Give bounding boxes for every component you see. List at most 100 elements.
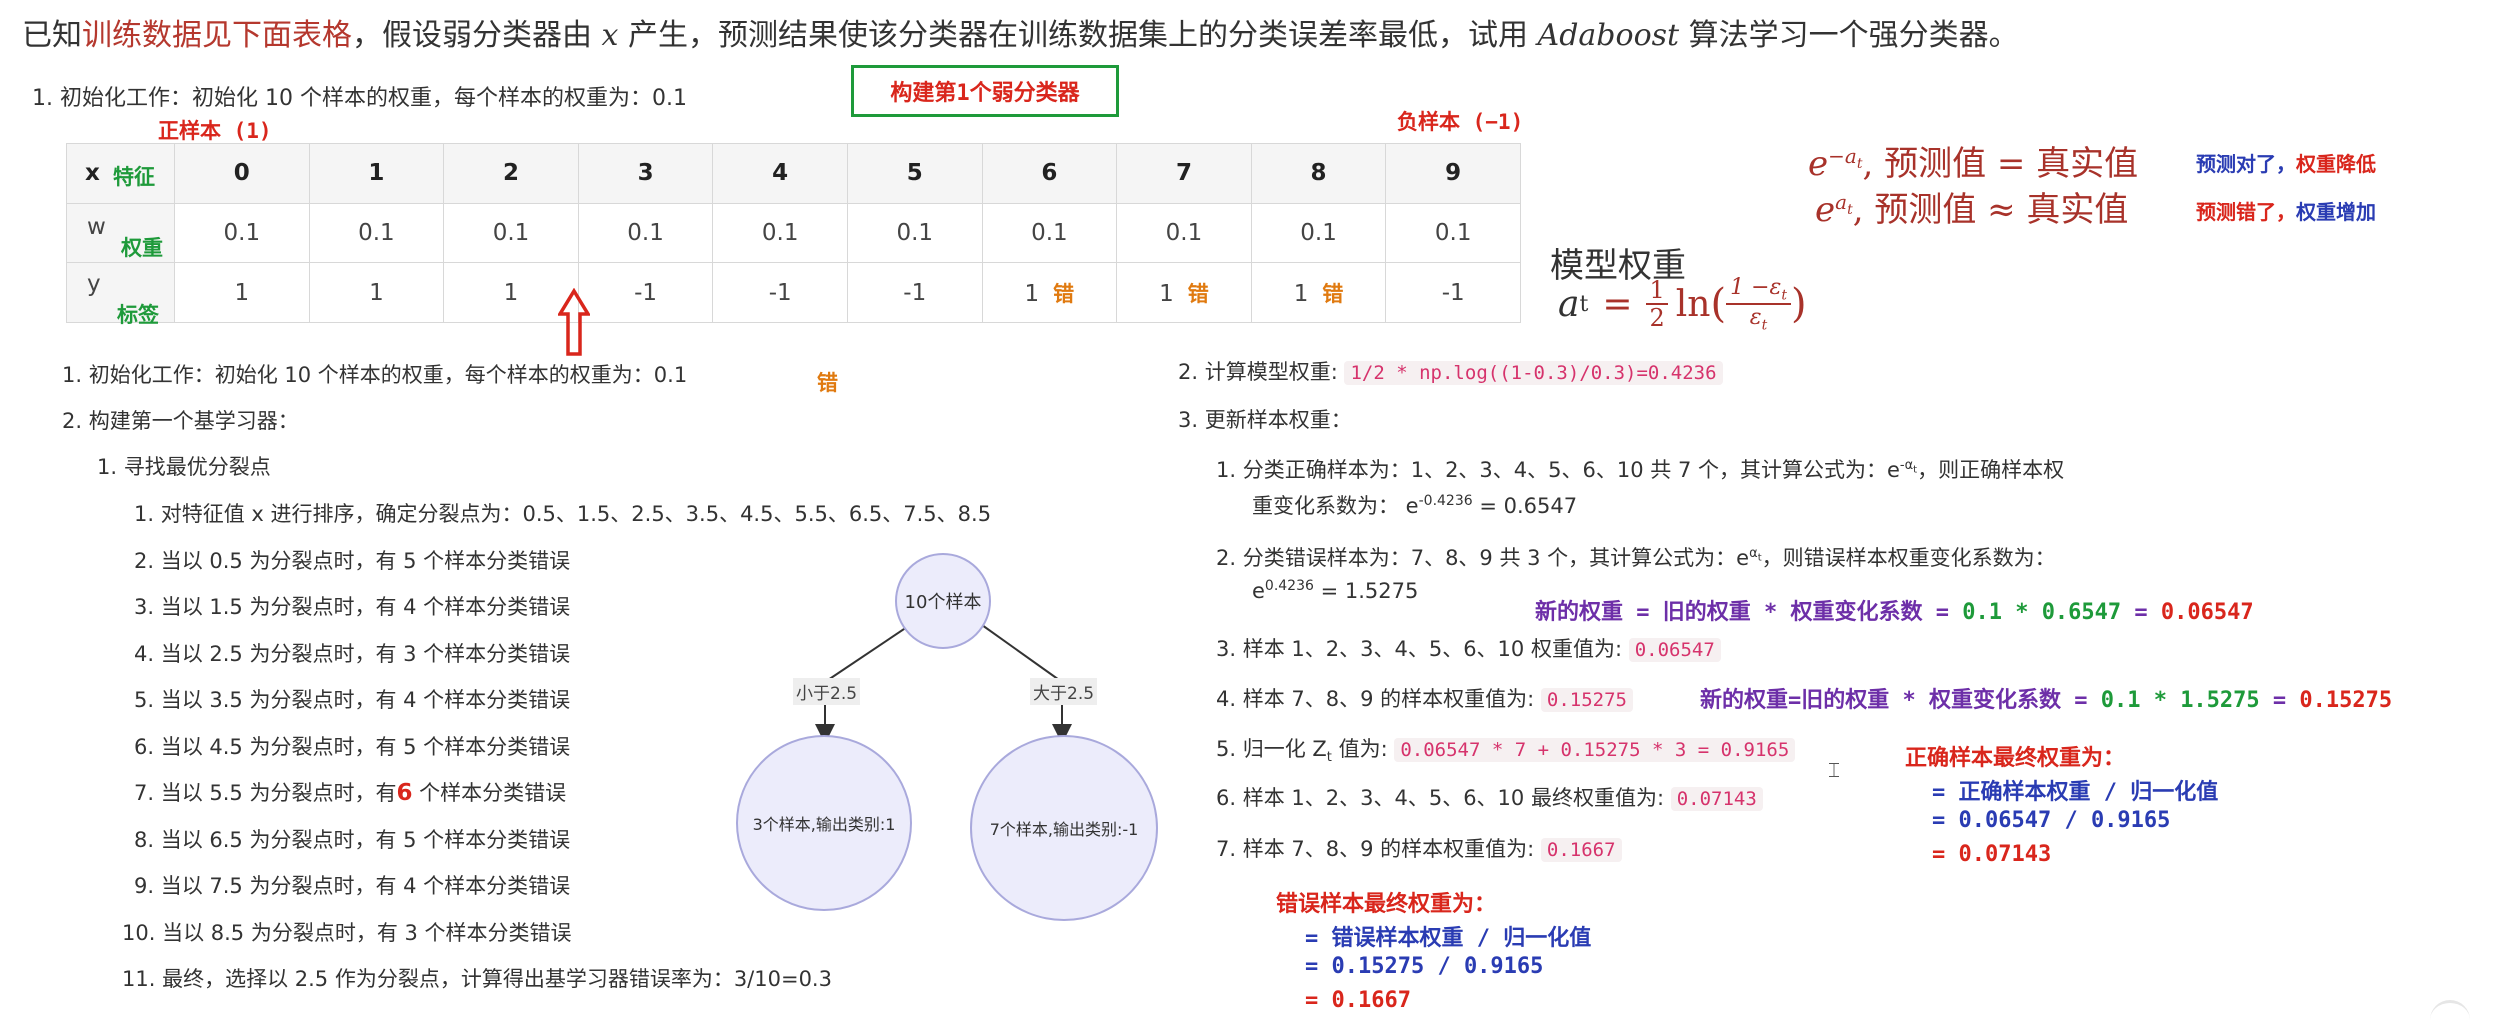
split-item: 6. 当以 4.5 为分裂点时，有 5 个样本分类错误 [134, 735, 571, 759]
formula-lhs: a [1558, 283, 1580, 325]
table-cell: 0 [174, 143, 310, 204]
note-text: 新的权重=旧的权重 * 权重变化系数 = [1700, 688, 2101, 713]
table-cell: 1错 [1116, 262, 1252, 323]
left-step-2: 2. 构建第一个基学习器： [62, 409, 299, 433]
item-text: 2. 分类错误样本为：7、8、9 共 3 个，其计算公式为：e [1216, 546, 1750, 570]
init-line: 1. 初始化工作：初始化 10 个样本的权重，每个样本的权重为：0.1 [32, 86, 687, 111]
formula-eq: = [1602, 283, 1633, 325]
item-text-b: 值为: [1331, 737, 1388, 761]
frac-num-sub: t [1781, 287, 1787, 304]
weight-rule-wrong-note: 预测错了，权重增加 [2196, 196, 2376, 225]
formula-paren-close: ) [1790, 281, 1807, 328]
table-cell: 1 [308, 143, 445, 204]
new-weight-note-wrong: 新的权重=旧的权重 * 权重变化系数 = 0.1 * 1.5275 = 0.15… [1700, 682, 2392, 714]
split-item: 2. 当以 0.5 为分裂点时，有 5 个样本分类错误 [134, 549, 571, 573]
left-step-2-1: 1. 寻找最优分裂点 [97, 455, 271, 479]
code-span: 0.07143 [1670, 787, 1763, 811]
item-text: 4. 样本 7、8、9 的样本权重值为: [1216, 687, 1535, 711]
table-cell: 7 [1116, 143, 1252, 204]
left-step-1: 1. 初始化工作：初始化 10 个样本的权重，每个样本的权重为：0.1 [62, 363, 688, 387]
tree-root-node: 10个样本 [895, 553, 991, 649]
item-text-b: ，则错误样本权重变化系数为： [1761, 546, 2056, 570]
title-suffix: 产生，预测结果使该分类器在训练数据集上的分类误差率最低，试用 [618, 18, 1538, 53]
corner-decoration [2430, 1000, 2470, 1025]
item-sup: -α [1899, 458, 1914, 473]
rule-exp: −a [1828, 143, 1857, 168]
title-end: 算法学习一个强分类器。 [1679, 18, 2019, 53]
item-sup: -0.4236 [1418, 493, 1473, 509]
right-item-1: 1. 分类正确样本为：1、2、3、4、5、6、10 共 7 个，其计算公式为：e… [1216, 454, 2064, 484]
item-text: 1. 分类正确样本为：1、2、3、4、5、6、10 共 7 个，其计算公式为：e [1216, 458, 1900, 482]
table-cell: 9 [1385, 143, 1521, 204]
wrong-mark: 错 [1322, 281, 1344, 306]
item-text: 7. 样本 7、8、9 的样本权重值为: [1216, 837, 1535, 861]
cell-value: 1 [1024, 280, 1040, 307]
new-weight-note-correct: 新的权重 = 旧的权重 * 权重变化系数 = 0.1 * 0.6547 = 0.… [1535, 594, 2254, 626]
tree-node-label: 7个样本,输出类别:-1 [989, 820, 1139, 839]
row-head-label: 权重 [121, 235, 163, 260]
half-num: 1 [1646, 277, 1668, 306]
rule-text: , 预测值 ≈ 真实值 [1852, 190, 2129, 230]
formula-ln: ln [1675, 283, 1711, 325]
item-text-end: = 1.5275 [1313, 579, 1419, 603]
tree-edge-right-label: 大于2.5 [1030, 678, 1098, 705]
formula-half: 1 2 [1646, 277, 1668, 332]
text-cursor-icon: ⌶ [1828, 758, 1840, 782]
table-cell: -1 [846, 262, 983, 323]
row-head-symbol: w [87, 213, 106, 240]
correct-final-title: 正确样本最终权重为： [1905, 746, 2126, 771]
table-cell: -1 [577, 262, 714, 323]
right-step-2: 2. 计算模型权重: 1/2 * np.log((1-0.3)/0.3)=0.4… [1178, 356, 1723, 386]
right-step-3: 3. 更新样本权重： [1178, 408, 1352, 432]
right-item-4: 4. 样本 7、8、9 的样本权重值为: 0.15275 [1216, 683, 1633, 713]
table-cell: 0.1 [981, 202, 1118, 264]
table-cell: -1 [1385, 262, 1521, 323]
table-row-y: y 标签 1 1 1 -1 -1 -1 1错 1错 1错 -1 [66, 262, 1521, 327]
split-item-count: 6 [396, 780, 413, 806]
rule-base: e [1808, 144, 1829, 184]
right-item-2-cont: e0.4236 = 1.5275 [1252, 578, 1418, 603]
title-var: x [601, 18, 619, 53]
item-text: 3. 样本 1、2、3、4、5、6、10 权重值为: [1216, 637, 1623, 661]
wrong-final-title: 错误样本最终权重为： [1276, 892, 1497, 917]
split-item: 3. 当以 1.5 为分裂点时，有 4 个样本分类错误 [134, 595, 571, 619]
table-cell: 2 [443, 143, 579, 204]
row-head-w: w 权重 [66, 202, 175, 264]
table-cell: 1错 [1250, 262, 1387, 323]
split-item-rest: 个样本分类错误 [412, 781, 567, 805]
tree-right-leaf: 7个样本,输出类别:-1 [970, 735, 1158, 921]
split-item: 7. 当以 5.5 为分裂点时，有6 个样本分类错误 [134, 777, 566, 807]
table-cell: -1 [712, 262, 848, 323]
note-eq: = [2121, 600, 2161, 625]
title-highlight: 训练数据见下面表格 [82, 18, 352, 53]
weight-rule-wrong: eat, 预测值 ≈ 真实值 [1815, 182, 2128, 231]
note-eq: = [2259, 688, 2300, 713]
table-cell: 1 [174, 262, 310, 323]
code-span: 1/2 * np.log((1-0.3)/0.3)=0.4236 [1344, 361, 1723, 385]
rule-text: , 预测值 = 真实值 [1862, 144, 2139, 184]
rule-note-a: 预测对了， [2196, 152, 2296, 176]
title-algo: Adaboost [1537, 18, 1680, 53]
rule-note-b: 权重降低 [2296, 152, 2376, 176]
formula-lhs-sub: t [1579, 291, 1589, 317]
table-cell: 8 [1250, 143, 1387, 204]
item-text-end: = 0.6547 [1472, 494, 1578, 518]
row-head-x: x 特征 [66, 143, 175, 204]
item-text: e [1252, 579, 1265, 603]
wrong-mark: 错 [1187, 281, 1209, 306]
table-cell: 1 [308, 262, 445, 323]
title-prefix: 已知 [22, 18, 82, 53]
stray-wrong-mark: 错 [817, 371, 838, 395]
weight-rule-correct: e−at, 预测值 = 真实值 [1808, 136, 2138, 185]
title-mid: ，假设弱分类器由 [352, 18, 602, 53]
table-cell: 6 [981, 143, 1118, 204]
split-item: 4. 当以 2.5 为分裂点时，有 3 个样本分类错误 [134, 642, 571, 666]
positive-sample-label: 正样本 (1) [158, 119, 272, 143]
correct-final-line-2: = 0.06547 / 0.9165 [1932, 808, 2171, 833]
page-title: 已知训练数据见下面表格，假设弱分类器由 x 产生，预测结果使该分类器在训练数据集… [22, 10, 2019, 54]
table-row-x: x 特征 0 1 2 3 4 5 6 7 8 9 [66, 143, 1521, 204]
code-span: 0.15275 [1540, 688, 1633, 712]
first-weak-classifier-box: 构建第1个弱分类器 [851, 65, 1119, 117]
cell-value: 1 [1159, 280, 1174, 307]
table-cell: 3 [577, 143, 714, 204]
